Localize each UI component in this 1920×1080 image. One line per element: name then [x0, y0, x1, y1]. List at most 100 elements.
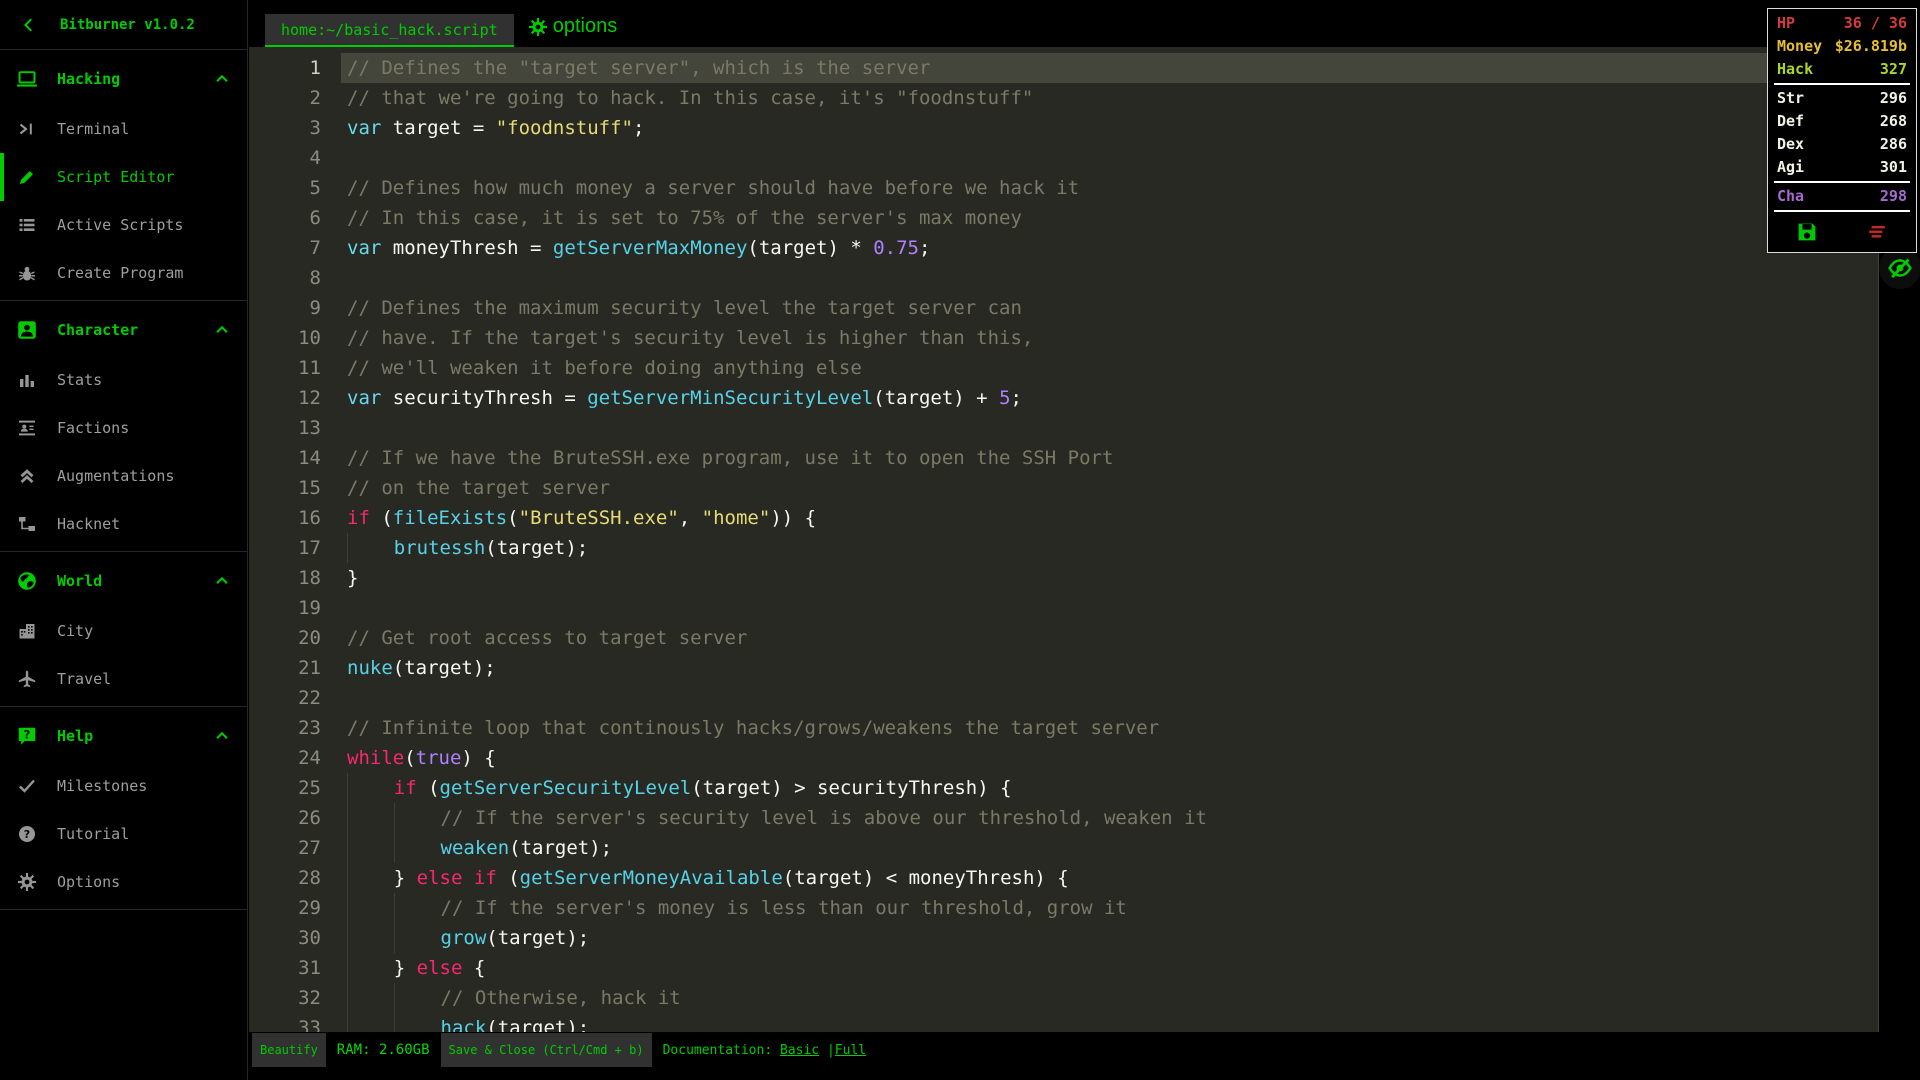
code-token: (target);: [509, 837, 613, 859]
code-line-2[interactable]: 2 // that we're going to hack. In this ca…: [249, 83, 1878, 113]
sidebar-item-options[interactable]: Options: [0, 858, 247, 906]
code-line-30[interactable]: 30 grow (target);: [249, 923, 1878, 953]
code-line-20[interactable]: 20 // Get root access to target server: [249, 623, 1878, 653]
code-line-8[interactable]: 8: [249, 263, 1878, 293]
sidebar-item-travel[interactable]: Travel: [0, 655, 247, 703]
code-line-22[interactable]: 22: [249, 683, 1878, 713]
code-line-10[interactable]: 10 // have. If the target's security leve…: [249, 323, 1878, 353]
indent-guide: [393, 923, 441, 953]
code-line-6[interactable]: 6 // In this case, it is set to 75% of th…: [249, 203, 1878, 233]
sidebar-section-header-world[interactable]: World: [0, 555, 247, 607]
indent-guide: [347, 803, 394, 833]
code-line-32[interactable]: 32 // Otherwise, hack it: [249, 983, 1878, 1013]
code-token: }: [347, 567, 359, 589]
code-line-21[interactable]: 21 nuke (target);: [249, 653, 1878, 683]
kill-scripts-button[interactable]: [1865, 220, 1889, 244]
eye-slash-icon: [1887, 255, 1913, 281]
active-scripts-icon: [17, 215, 41, 235]
sidebar-section-header-help[interactable]: ? Help: [0, 710, 247, 762]
sidebar-section-character: Character Stats Factions Augmentations Hackn…: [0, 301, 247, 552]
code-line-14[interactable]: 14 // If we have the BruteSSH.exe program…: [249, 443, 1878, 473]
sidebar-section-header-character[interactable]: Character: [0, 304, 247, 356]
code-line-17[interactable]: 17 brutessh (target);: [249, 533, 1878, 563]
overview-panel: HP 36 / 36 Money $26.819b Hack 327 Str 296 Def 26…: [1767, 8, 1917, 253]
editor-options-button[interactable]: options: [528, 15, 617, 38]
line-number: 29: [298, 897, 321, 919]
back-button[interactable]: [20, 16, 38, 34]
indent-guide: [393, 1013, 441, 1032]
code-line-16[interactable]: 16 if (fileExists("BruteSSH.exe", "home")…: [249, 503, 1878, 533]
code-line-7[interactable]: 7 var moneyThresh = getServerMaxMoney (tar…: [249, 233, 1878, 263]
sidebar-item-active-scripts[interactable]: Active Scripts: [0, 201, 247, 249]
overview-row-agi: Agi 301: [1768, 156, 1916, 179]
code-line-4[interactable]: 4: [249, 143, 1878, 173]
code-line-24[interactable]: 24 while(true) {: [249, 743, 1878, 773]
save-close-button[interactable]: Save & Close (Ctrl/Cmd + b): [440, 1033, 652, 1067]
save-game-button[interactable]: [1795, 220, 1819, 244]
sidebar-section-label: Hacking: [57, 70, 121, 88]
code-token: }: [393, 957, 417, 979]
code-token: (target) *: [747, 237, 874, 259]
line-number: 9: [309, 297, 321, 319]
code-token: // we'll weaken it before doing anything…: [347, 357, 862, 379]
documentation-full-link[interactable]: Full: [835, 1043, 866, 1058]
sidebar-item-tutorial[interactable]: ? Tutorial: [0, 810, 247, 858]
code-line-31[interactable]: 31 } else {: [249, 953, 1878, 983]
code-line-27[interactable]: 27 weaken (target);: [249, 833, 1878, 863]
code-line-25[interactable]: 25 if (getServerSecurityLevel (target) > …: [249, 773, 1878, 803]
code-line-18[interactable]: 18}: [249, 563, 1878, 593]
documentation-basic-link[interactable]: Basic: [780, 1043, 819, 1058]
code-line-33[interactable]: 33 hack (target);: [249, 1013, 1878, 1032]
code-line-11[interactable]: 11 // we'll weaken it before doing anythi…: [249, 353, 1878, 383]
code-line-29[interactable]: 29 // If the server's money is less than…: [249, 893, 1878, 923]
sidebar-item-milestones[interactable]: Milestones: [0, 762, 247, 810]
editor-footer: Beautify RAM: 2.60GB Save & Close (Ctrl/…: [252, 1031, 866, 1069]
indent-guide: [347, 893, 394, 923]
code-line-3[interactable]: 3 var target = "foodnstuff";: [249, 113, 1878, 143]
line-content: } else if (getServerMoneyAvailable (targe…: [341, 863, 1878, 893]
sidebar-item-terminal[interactable]: Terminal: [0, 105, 247, 153]
indent-guide: [347, 833, 394, 863]
code-line-28[interactable]: 28 } else if (getServerMoneyAvailable (ta…: [249, 863, 1878, 893]
stat-label: Str: [1777, 89, 1805, 107]
code-line-1[interactable]: 1 // Defines the "target server", which i…: [249, 53, 1878, 83]
code-token: // In this case, it is set to 75% of the…: [347, 207, 1022, 229]
code-line-19[interactable]: 19: [249, 593, 1878, 623]
sidebar-item-create-program[interactable]: Create Program: [0, 249, 247, 297]
code-line-12[interactable]: 12 var securityThresh = getServerMinSecur…: [249, 383, 1878, 413]
code-token: (: [416, 777, 440, 799]
sidebar-item-factions[interactable]: Factions: [0, 404, 247, 452]
code-line-5[interactable]: 5 // Defines how much money a server shou…: [249, 173, 1878, 203]
code-line-9[interactable]: 9 // Defines the maximum security level t…: [249, 293, 1878, 323]
code-editor[interactable]: 1 // Defines the "target server", which i…: [249, 47, 1878, 1032]
sidebar-item-hacknet[interactable]: Hacknet: [0, 500, 247, 548]
network-icon: [17, 514, 41, 534]
sidebar-item-label: City: [57, 622, 94, 640]
sidebar-item-city[interactable]: City: [0, 607, 247, 655]
line-number: 24: [298, 747, 321, 769]
sidebar-item-script-editor[interactable]: Script Editor: [0, 153, 247, 201]
tab-basic-hack-script[interactable]: home:~/basic_hack.script: [265, 14, 514, 47]
sidebar-item-augmentations[interactable]: Augmentations: [0, 452, 247, 500]
code-token: var: [347, 117, 382, 139]
beautify-button[interactable]: Beautify: [252, 1033, 326, 1067]
code-token: getServerMaxMoney: [552, 237, 748, 259]
toggle-overview-button[interactable]: [1878, 247, 1920, 289]
code-line-26[interactable]: 26 // If the server's security level is …: [249, 803, 1878, 833]
code-line-13[interactable]: 13: [249, 413, 1878, 443]
sidebar-item-label: Augmentations: [57, 467, 175, 485]
line-number: 22: [298, 687, 321, 709]
code-line-15[interactable]: 15 // on the target server: [249, 473, 1878, 503]
code-line-23[interactable]: 23 // Infinite loop that continously hack…: [249, 713, 1878, 743]
sidebar-section-header-hacking[interactable]: Hacking: [0, 53, 247, 105]
chevron-left-icon: [20, 16, 38, 34]
code-token: (target);: [486, 927, 590, 949]
code-token: "foodnstuff": [495, 117, 633, 139]
overview-row-str: Str 296: [1768, 87, 1916, 110]
sidebar-item-stats[interactable]: Stats: [0, 356, 247, 404]
stat-label: Hack: [1777, 60, 1814, 78]
code-token: else: [416, 957, 463, 979]
indent-guide: [393, 983, 441, 1013]
line-number: 17: [298, 537, 321, 559]
